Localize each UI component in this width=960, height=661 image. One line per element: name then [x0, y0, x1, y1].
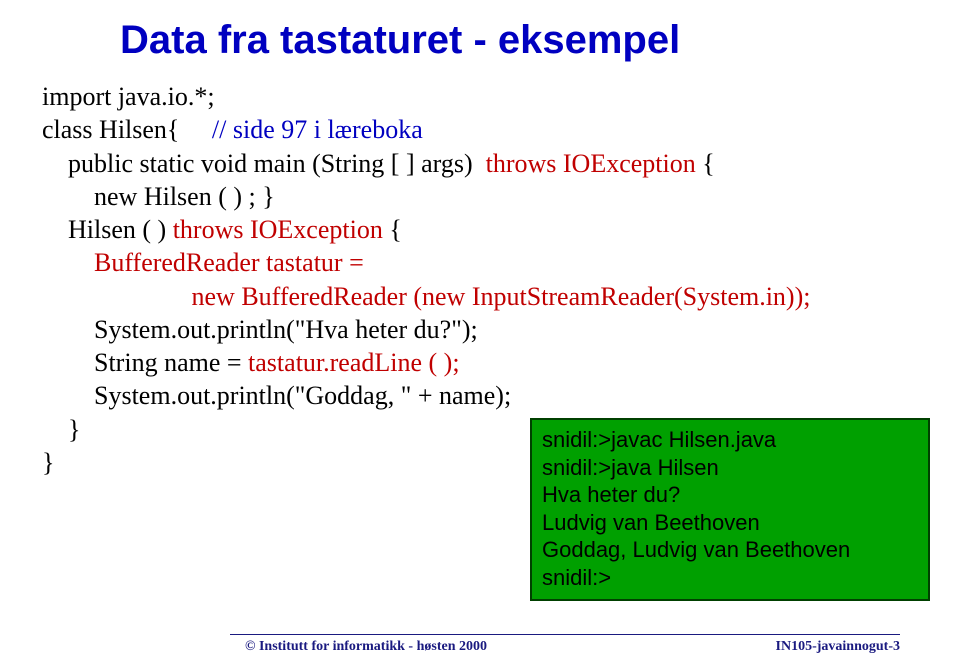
code-line: new BufferedReader (new InputStreamReade… — [42, 282, 810, 311]
terminal-line: Ludvig van Beethoven — [542, 509, 918, 537]
code-line: import java.io.*; — [42, 82, 215, 111]
code-line: class Hilsen{ // side 97 i læreboka — [42, 115, 423, 144]
footer-right: IN105-javainnogut-3 — [776, 639, 900, 655]
code-line: } — [42, 415, 80, 444]
footer-left: © Institutt for informatikk - høsten 200… — [245, 639, 487, 655]
code-line: } — [42, 448, 54, 477]
code-line: Hilsen ( ) throws IOException { — [42, 215, 402, 244]
footer-divider — [230, 634, 900, 635]
slide-title: Data fra tastaturet - eksempel — [120, 18, 680, 63]
terminal-line: Goddag, Ludvig van Beethoven — [542, 536, 918, 564]
code-line: public static void main (String [ ] args… — [42, 149, 715, 178]
code-line: BufferedReader tastatur = — [42, 248, 364, 277]
terminal-line: Hva heter du? — [542, 481, 918, 509]
terminal-line: snidil:>java Hilsen — [542, 454, 918, 482]
code-line: String name = tastatur.readLine ( ); — [42, 348, 460, 377]
terminal-line: snidil:> — [542, 564, 918, 592]
code-line: new Hilsen ( ) ; } — [42, 182, 275, 211]
terminal-line: snidil:>javac Hilsen.java — [542, 426, 918, 454]
code-line: System.out.println("Hva heter du?"); — [42, 315, 478, 344]
slide: Data fra tastaturet - eksempel import ja… — [0, 0, 960, 661]
terminal-output-box: snidil:>javac Hilsen.java snidil:>java H… — [530, 418, 930, 601]
code-line: System.out.println("Goddag, " + name); — [42, 381, 511, 410]
